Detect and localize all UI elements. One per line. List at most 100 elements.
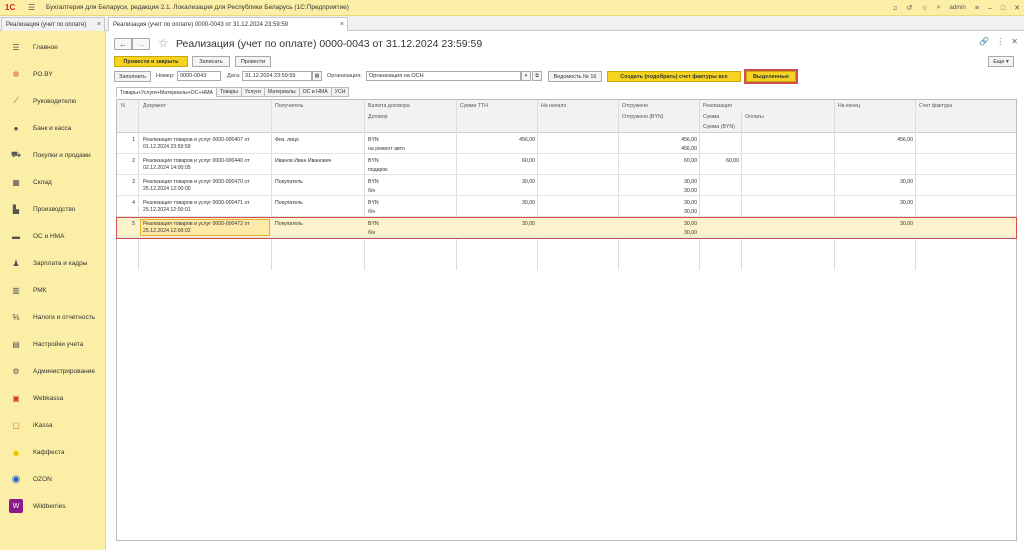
dropdown-icon[interactable]: ▾ xyxy=(521,71,531,81)
user-name[interactable]: admin xyxy=(950,5,966,11)
sidebar-item-production[interactable]: ▙ Производство xyxy=(0,198,106,220)
number-label: Номер: xyxy=(156,73,175,79)
col-n-header[interactable]: N xyxy=(121,103,125,109)
sidebar-item-admin[interactable]: ⚙ Администрирование xyxy=(0,360,106,382)
col-shipped-header[interactable]: Отгружено xyxy=(622,103,648,109)
create-invoice-all-button[interactable]: Создать (подобрать) счет фактуры все xyxy=(607,71,741,82)
sidebar-item-ozon[interactable]: ◉ OZON xyxy=(0,468,106,490)
col-sum-byn-header[interactable]: Сумма (BYN) xyxy=(703,124,735,130)
table-row[interactable]: 4 Реализация товаров и услуг 0000-000471… xyxy=(117,197,1016,217)
table-row-selected[interactable]: 5 Реализация товаров и услуг 0000-000472… xyxy=(116,217,1017,239)
tab-all[interactable]: Товары+Услуги+Материалы+ОС+НМА xyxy=(116,87,217,97)
title-bar: 1С ☰ Бухгалтерия для Беларуси, редакция … xyxy=(0,0,1024,16)
post-button[interactable]: Провести xyxy=(235,56,271,67)
sidebar-item-ikassa[interactable]: ▢ iKassa xyxy=(0,414,106,436)
tab-goods[interactable]: Товары xyxy=(217,87,242,97)
sidebar-item-kaffesta[interactable]: ● Каффеста xyxy=(0,441,106,463)
ozon-icon: ◉ xyxy=(11,473,21,485)
post-and-close-button[interactable]: Провести и закрыть xyxy=(114,56,188,67)
wildberries-icon: W xyxy=(9,499,23,513)
page-title: Реализация (учет по оплате) 0000-0043 от… xyxy=(176,38,483,50)
back-button[interactable]: ← xyxy=(114,38,132,50)
tab-label: Реализация (учет по оплате) 0000-0043 от… xyxy=(113,21,288,28)
col-sum-header[interactable]: Сумма xyxy=(703,114,719,120)
tab-materials[interactable]: Материалы xyxy=(264,87,300,97)
sidebar-item-warehouse[interactable]: ▦ Склад xyxy=(0,171,106,193)
document-link[interactable]: Реализация товаров и услуг 0000-000470 о… xyxy=(143,179,250,186)
history-icon[interactable]: ↺ xyxy=(906,4,912,12)
chart-line-icon: ⟋ xyxy=(13,96,19,105)
sidebar-item-manager[interactable]: ⟋ Руководителю xyxy=(0,90,106,112)
col-realization-header[interactable]: Реализация xyxy=(703,103,732,109)
sidebar-item-rmk[interactable]: ▥ РМК xyxy=(0,279,106,301)
sidebar-item-assets[interactable]: ▬ ОС и НМА xyxy=(0,225,106,247)
kaffesta-icon: ● xyxy=(12,444,20,460)
table-row[interactable]: 2 Реализация товаров и услуг 0000-000440… xyxy=(117,155,1016,175)
sidebar-item-settings[interactable]: ▤ Настройки учета xyxy=(0,333,106,355)
tab-services[interactable]: Услуги xyxy=(241,87,265,97)
date-field[interactable]: 31.12.2024 23:59:59 xyxy=(242,71,312,81)
maximize-icon[interactable]: □ xyxy=(1001,5,1005,12)
document-link[interactable]: Реализация товаров и услуг 0000-000440 о… xyxy=(143,158,250,165)
col-shipped-byn-header[interactable]: Отгружено (BYN) xyxy=(622,114,663,120)
table-row[interactable]: 3 Реализация товаров и услуг 0000-000470… xyxy=(117,176,1016,196)
bank-icon: ● xyxy=(13,123,19,133)
forward-button[interactable]: → xyxy=(132,38,150,50)
settings-menu-icon[interactable]: ≡ xyxy=(975,5,979,12)
organization-field[interactable]: Организация на ОСН xyxy=(366,71,521,81)
sidebar-item-webkassa[interactable]: ▣ Webkassa xyxy=(0,387,106,409)
tab-label: Реализация (учет по оплате) xyxy=(6,21,87,28)
col-invoice-header[interactable]: Счет фактура xyxy=(919,103,952,109)
minimize-icon[interactable]: – xyxy=(988,5,992,12)
close-tab-icon[interactable]: × xyxy=(97,21,101,28)
selected-button[interactable]: Выделенные xyxy=(744,69,798,84)
favorites-star-icon[interactable]: ☆ xyxy=(921,4,927,12)
statement-button[interactable]: Ведомость № 16 xyxy=(548,71,602,82)
sidebar-item-po-by[interactable]: ✲ PO.BY xyxy=(0,63,106,85)
books-icon: ▤ xyxy=(12,339,20,349)
sidebar-item-bank[interactable]: ● Банк и касса xyxy=(0,117,106,139)
table-header: N Документ Получатель Валюта договора До… xyxy=(117,100,1016,133)
col-sum-ttn-header[interactable]: Сумма ТТН xyxy=(460,103,488,109)
factory-icon: ▙ xyxy=(12,204,20,214)
main-menu-icon[interactable]: ☰ xyxy=(28,3,38,12)
sidebar-item-main[interactable]: ☰ Главное xyxy=(0,36,106,58)
favorite-star-icon[interactable]: ☆ xyxy=(158,36,169,50)
cart-icon: ⛟ xyxy=(10,150,22,159)
calendar-icon[interactable]: ▦ xyxy=(312,71,322,81)
table-row[interactable]: 1 Реализация товаров и услуг 0000-000407… xyxy=(117,134,1016,154)
document-link[interactable]: Реализация товаров и услуг 0000-000472 о… xyxy=(143,221,250,228)
sidebar: ☰ Главное ✲ PO.BY ⟋ Руководителю ● Банк и ка… xyxy=(0,31,106,550)
fill-button[interactable]: Заполнить xyxy=(114,71,151,82)
tab-usn[interactable]: УСН xyxy=(331,87,350,97)
sidebar-item-wildberries[interactable]: W Wildberries xyxy=(0,495,106,517)
window-tab-realization-doc[interactable]: Реализация (учет по оплате) 0000-0043 от… xyxy=(108,17,348,31)
number-field[interactable]: 0000-0043 xyxy=(177,71,221,81)
menu-icon: ☰ xyxy=(12,42,20,52)
document-link[interactable]: Реализация товаров и услуг 0000-000407 о… xyxy=(143,137,250,144)
sidebar-item-salary[interactable]: ♟ Зарплата и кадры xyxy=(0,252,106,274)
col-document-header[interactable]: Документ xyxy=(143,103,166,109)
col-end-header[interactable]: На конец xyxy=(838,103,860,109)
date-label: Дата: xyxy=(227,73,241,79)
bell-icon[interactable]: ♫ xyxy=(892,5,897,12)
close-icon[interactable]: ✕ xyxy=(1014,4,1020,12)
more-button[interactable]: Еще ▾ xyxy=(988,56,1014,67)
col-recipient-header[interactable]: Получатель xyxy=(275,103,303,109)
save-button[interactable]: Записать xyxy=(192,56,230,67)
window-tab-realization-list[interactable]: Реализация (учет по оплате) × xyxy=(1,17,105,31)
col-contract-header[interactable]: Договор xyxy=(368,114,388,120)
col-payments-header[interactable]: Оплаты xyxy=(745,114,764,120)
sidebar-item-taxes[interactable]: % Налоги и отчетность xyxy=(0,306,106,328)
close-form-icon[interactable]: ✕ xyxy=(1011,37,1018,46)
more-vertical-icon[interactable]: ⋮ xyxy=(996,37,1004,46)
link-icon[interactable]: 🔗 xyxy=(979,37,989,46)
close-tab-icon[interactable]: × xyxy=(340,21,344,28)
open-link-icon[interactable]: ⧉ xyxy=(532,71,542,81)
col-start-header[interactable]: На начало xyxy=(541,103,566,109)
col-currency-header[interactable]: Валюта договора xyxy=(368,103,410,109)
search-icon[interactable]: ⌕ xyxy=(937,4,941,12)
sidebar-item-purchases-sales[interactable]: ⛟ Покупки и продажи xyxy=(0,144,106,166)
tab-fixed-assets[interactable]: ОС и НМА xyxy=(299,87,332,97)
document-link[interactable]: Реализация товаров и услуг 0000-000471 о… xyxy=(143,200,250,207)
